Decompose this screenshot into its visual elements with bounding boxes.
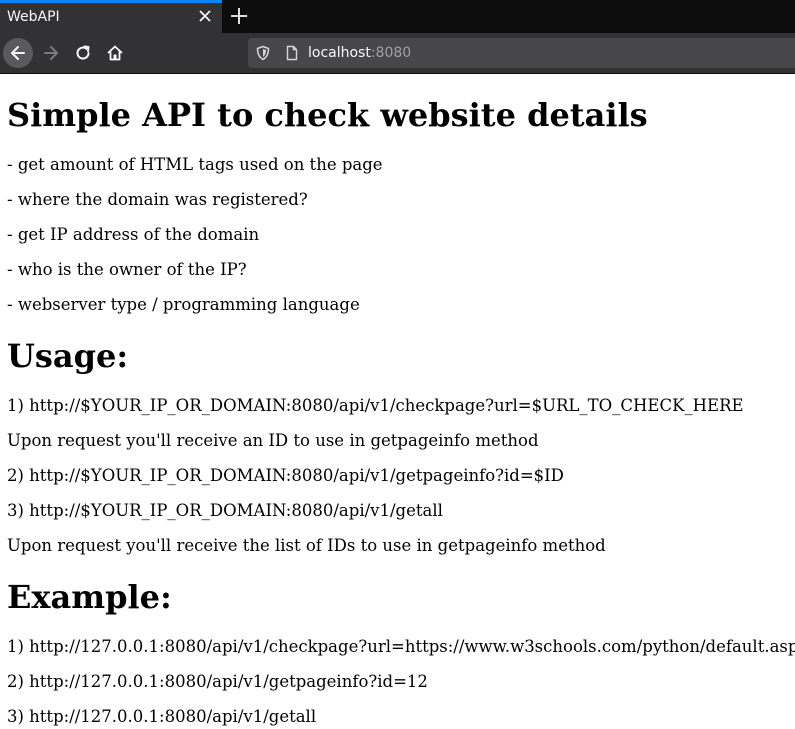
tab-strip: WebAPI — [0, 0, 795, 33]
browser-window: WebAPI localhost:8080 Simple API to chec… — [0, 0, 795, 729]
feature-item: - who is the owner of the IP? — [7, 260, 247, 279]
usage-line: 1) http://$YOUR_IP_OR_DOMAIN:8080/api/v1… — [7, 396, 744, 415]
url-port: :8080 — [370, 45, 412, 61]
url-host: localhost — [308, 45, 371, 61]
navigation-toolbar: localhost:8080 — [0, 33, 795, 74]
usage-line: Upon request you'll receive the list of … — [7, 536, 606, 555]
address-bar[interactable]: localhost:8080 — [248, 38, 795, 68]
feature-item: - get IP address of the domain — [7, 225, 260, 244]
feature-item: - where the domain was registered? — [7, 190, 308, 209]
page-icon[interactable] — [284, 45, 300, 61]
arrow-right-icon[interactable] — [36, 38, 66, 68]
feature-item: - webserver type / programming language — [7, 295, 360, 314]
shield-icon[interactable] — [255, 45, 271, 61]
page-title: Simple API to check website details — [7, 96, 648, 134]
usage-heading: Usage: — [7, 337, 129, 375]
example-line: 3) http://127.0.0.1:8080/api/v1/getall — [7, 707, 317, 726]
usage-line: 2) http://$YOUR_IP_OR_DOMAIN:8080/api/v1… — [7, 466, 564, 485]
example-line: 1) http://127.0.0.1:8080/api/v1/checkpag… — [7, 637, 795, 656]
close-icon[interactable] — [196, 7, 214, 25]
reload-icon[interactable] — [68, 38, 98, 68]
page-content: Simple API to check website details - ge… — [0, 74, 795, 729]
usage-line: 3) http://$YOUR_IP_OR_DOMAIN:8080/api/v1… — [7, 501, 443, 520]
usage-line: Upon request you'll receive an ID to use… — [7, 431, 539, 450]
home-icon[interactable] — [100, 38, 130, 68]
example-line: 2) http://127.0.0.1:8080/api/v1/getpagei… — [7, 672, 428, 691]
arrow-left-icon[interactable] — [3, 38, 33, 68]
example-heading: Example: — [7, 578, 172, 616]
feature-item: - get amount of HTML tags used on the pa… — [7, 155, 383, 174]
url-text[interactable]: localhost:8080 — [308, 44, 411, 62]
tab-webapi[interactable]: WebAPI — [0, 0, 222, 33]
plus-icon[interactable] — [229, 6, 249, 26]
tab-title: WebAPI — [7, 9, 60, 25]
